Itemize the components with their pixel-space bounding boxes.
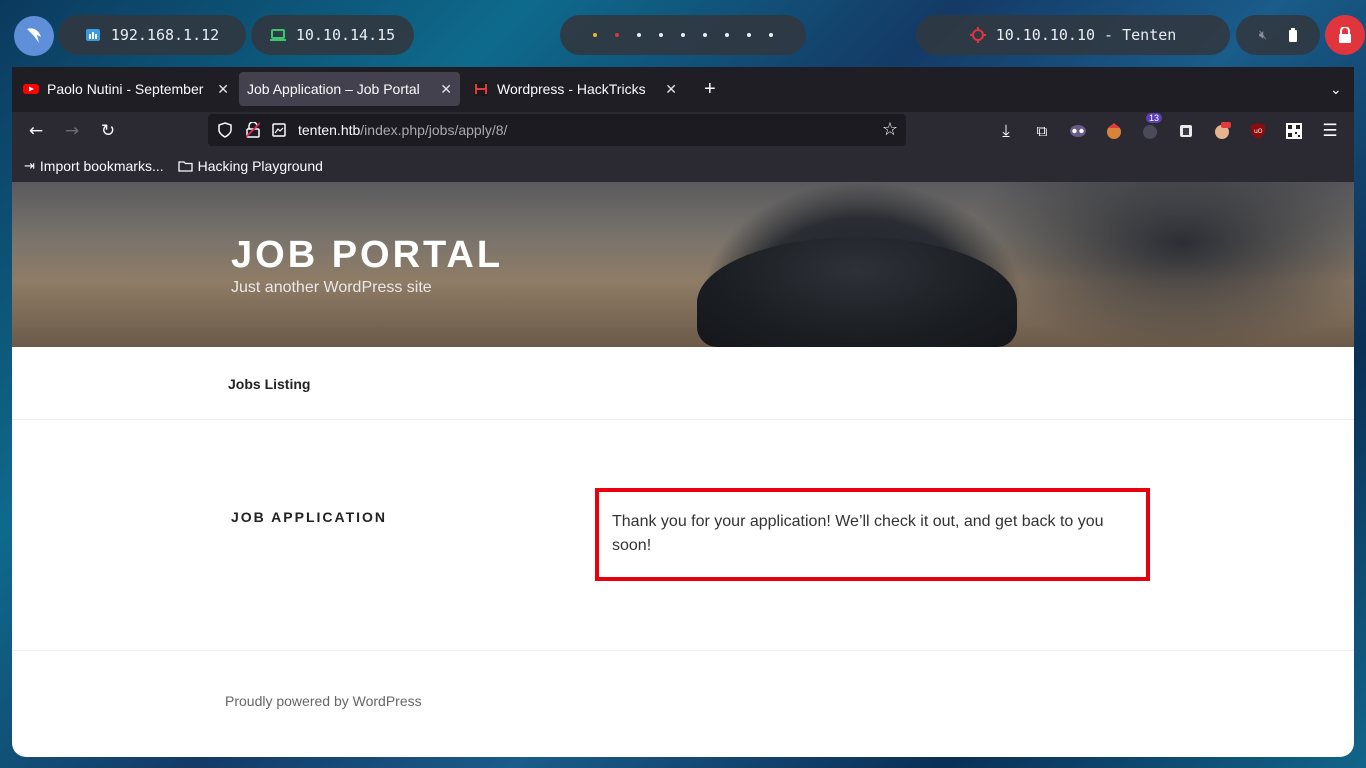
muted-speaker-icon[interactable]: 🔇︎ — [1259, 28, 1267, 43]
target-widget[interactable]: 10.10.10.10 - Tenten — [916, 15, 1230, 55]
workspace-5[interactable] — [681, 33, 685, 37]
parrot-logo-icon — [27, 28, 41, 43]
close-icon[interactable]: ✕ — [217, 81, 229, 98]
qr-code-icon — [1286, 123, 1302, 139]
workspace-7[interactable] — [725, 33, 729, 37]
extension-ublock[interactable]: uO — [1248, 121, 1268, 141]
workspace-6[interactable] — [703, 33, 707, 37]
url-host: tenten.htb — [298, 122, 361, 138]
laptop-icon — [269, 29, 286, 41]
bookmarks-toolbar: ⇥ Import bookmarks... Hacking Playground — [12, 150, 1354, 182]
desktop-topbar: 192.168.1.12 10.10.14.15 10.10.10.10 - T… — [0, 0, 1366, 66]
workspace-9[interactable] — [769, 33, 773, 37]
close-icon[interactable]: ✕ — [665, 81, 677, 98]
site-navigation: Jobs Listing — [12, 347, 1354, 420]
extension-wappalyzer[interactable] — [1068, 121, 1088, 141]
nav-toolbar: ← → ↻ tenten.htb/index.php/jobs/apply/8/… — [12, 112, 1354, 150]
bookmark-import[interactable]: ⇥ Import bookmarks... — [24, 158, 164, 174]
youtube-icon — [23, 84, 39, 94]
extension-qr[interactable] — [1284, 121, 1304, 141]
folder-icon — [177, 161, 193, 172]
svg-text:uO: uO — [1254, 128, 1263, 135]
extension-cookie[interactable] — [1104, 121, 1124, 141]
extension-cards[interactable] — [1176, 121, 1196, 141]
ublock-icon: uO — [1251, 123, 1265, 139]
face-icon — [1215, 122, 1231, 139]
lock-icon — [1339, 27, 1351, 43]
tab-label: Paolo Nutini - September 2 — [47, 81, 207, 97]
local-ip-widget[interactable]: 192.168.1.12 — [58, 15, 246, 55]
extensions-button[interactable]: ⧉ — [1032, 121, 1052, 141]
forward-button[interactable]: → — [62, 121, 82, 141]
puzzle-icon: ⧉ — [1036, 122, 1048, 140]
workspace-4[interactable] — [659, 33, 663, 37]
extension-badge-count: 13 — [1146, 113, 1163, 123]
download-icon: ⤓ — [1002, 121, 1010, 141]
lock-button[interactable] — [1325, 15, 1365, 55]
tab-hacktricks[interactable]: Wordpress - HackTricks ✕ — [465, 72, 685, 106]
forward-arrow-icon: → — [64, 121, 80, 141]
vpn-ip-text: 10.10.14.15 — [295, 26, 396, 44]
workspace-1[interactable] — [593, 33, 597, 37]
bookmark-star-icon[interactable]: ☆ — [882, 119, 898, 140]
workspace-3[interactable] — [637, 33, 641, 37]
shield-icon[interactable] — [218, 122, 232, 138]
list-all-tabs-button[interactable]: ⌄ — [1322, 72, 1346, 106]
footer-divider — [12, 650, 1354, 651]
tray: 🔇︎ — [1236, 15, 1320, 55]
target-icon — [969, 27, 986, 43]
new-tab-button[interactable]: + — [696, 72, 720, 106]
import-icon: ⇥ — [24, 158, 35, 173]
page-icon[interactable] — [272, 123, 286, 137]
url-text[interactable]: tenten.htb/index.php/jobs/apply/8/ — [298, 122, 507, 138]
hacktricks-icon — [474, 82, 488, 96]
site-title[interactable]: JOB PORTAL — [231, 234, 503, 277]
tab-youtube[interactable]: Paolo Nutini - September 2 ✕ — [15, 72, 237, 106]
reload-icon: ↻ — [100, 121, 116, 141]
back-arrow-icon: ← — [28, 121, 44, 141]
site-header-image: JOB PORTAL Just another WordPress site — [12, 182, 1354, 347]
bookmark-hacking-playground[interactable]: Hacking Playground — [177, 158, 323, 174]
back-button[interactable]: ← — [26, 121, 46, 141]
plant-pot-image — [697, 237, 1017, 347]
local-ip-text: 192.168.1.12 — [110, 26, 220, 44]
plus-icon: + — [704, 77, 716, 100]
bookmark-label: Import bookmarks... — [39, 158, 164, 174]
url-bar[interactable]: tenten.htb/index.php/jobs/apply/8/ ☆ — [208, 114, 906, 146]
workspaces[interactable] — [560, 15, 806, 55]
url-path: /index.php/jobs/apply/8/ — [360, 122, 508, 138]
bookmark-label: Hacking Playground — [197, 158, 323, 174]
workspace-2[interactable] — [615, 33, 619, 37]
battery-icon[interactable] — [1289, 28, 1298, 42]
hamburger-menu-icon: ☰ — [1322, 121, 1338, 141]
menu-item-jobs-listing[interactable]: Jobs Listing — [228, 376, 310, 392]
application-confirmation: Thank you for your application! We’ll ch… — [595, 488, 1150, 581]
extension-face[interactable] — [1212, 121, 1232, 141]
site-description: Just another WordPress site — [231, 279, 432, 296]
tab-job-application[interactable]: Job Application – Job Portal ✕ — [239, 72, 460, 106]
app-menu-button[interactable]: ☰ — [1320, 121, 1340, 141]
footer-credit-link[interactable]: Proudly powered by WordPress — [225, 693, 422, 709]
workspace-8[interactable] — [747, 33, 751, 37]
chevron-down-icon: ⌄ — [1330, 80, 1342, 97]
extension-circle-icon — [1143, 125, 1157, 139]
cards-icon — [1180, 125, 1192, 137]
network-icon — [85, 29, 100, 41]
tab-strip: Paolo Nutini - September 2 ✕ Job Applica… — [12, 67, 1354, 112]
tab-label: Wordpress - HackTricks — [497, 81, 646, 97]
downloads-button[interactable]: ⤓ — [996, 121, 1016, 141]
page-title: JOB APPLICATION — [231, 509, 388, 525]
tab-label: Job Application – Job Portal — [247, 81, 420, 97]
insecure-lock-icon[interactable] — [246, 122, 260, 138]
mask-icon — [1070, 125, 1086, 137]
vpn-ip-widget[interactable]: 10.10.14.15 — [251, 15, 414, 55]
launcher-button[interactable] — [14, 16, 54, 56]
extension-badge[interactable]: 13 — [1140, 113, 1163, 141]
close-icon[interactable]: ✕ — [440, 81, 452, 98]
browser-window: Paolo Nutini - September 2 ✕ Job Applica… — [12, 67, 1354, 757]
target-text: 10.10.10.10 - Tenten — [995, 26, 1177, 44]
cookie-icon — [1107, 123, 1121, 139]
reload-button[interactable]: ↻ — [98, 121, 118, 141]
